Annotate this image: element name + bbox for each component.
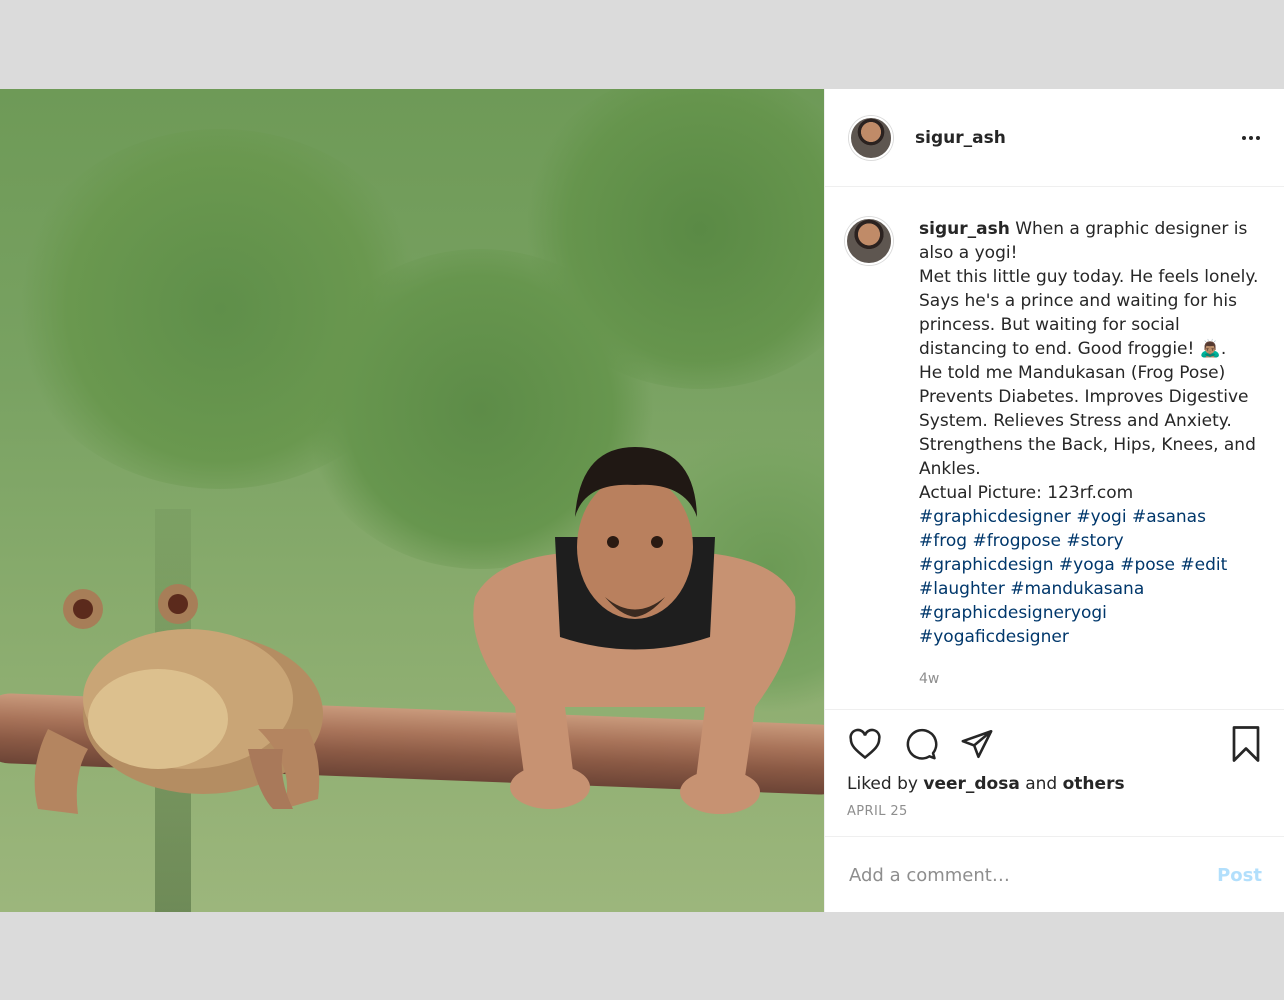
person-illustration [473,447,796,814]
likes-others-link[interactable]: others [1063,774,1125,794]
hashtag-link[interactable]: #frogpose [972,531,1061,551]
hashtag-link[interactable]: #story [1066,531,1123,551]
send-icon[interactable] [959,726,995,762]
avatar[interactable] [849,115,893,160]
comments-section: sigur_ash When a graphic designer is als… [825,187,1284,709]
author-username[interactable]: sigur_ash [915,128,1006,148]
caption: sigur_ash When a graphic designer is als… [845,217,1260,691]
likes-summary: Liked by veer_dosa and others [825,762,1284,794]
hashtag-link[interactable]: #asanas [1132,507,1206,527]
likes-middle: and [1025,774,1058,794]
hashtag-link[interactable]: #yogi [1076,507,1126,527]
caption-line: He told me Mandukasan (Frog Pose) Preven… [919,363,1256,479]
hashtags: #graphicdesigner #yogi #asanas #frog #fr… [919,505,1259,649]
hashtag-link[interactable]: #frog [919,531,967,551]
hashtag-link[interactable]: #yoga [1059,555,1115,575]
post-date[interactable]: APRIL 25 [825,794,1284,819]
liker-username[interactable]: veer_dosa [923,774,1019,794]
hashtag-link[interactable]: #graphicdesigner [919,507,1071,527]
post-side-panel: sigur_ash sigur_ash When a graphic desig… [824,89,1284,912]
avatar[interactable] [845,217,893,265]
hashtag-link[interactable]: #graphicdesign [919,555,1053,575]
hashtag-link[interactable]: #pose [1120,555,1175,575]
hashtag-link[interactable]: #laughter [919,579,1005,599]
caption-text: sigur_ash When a graphic designer is als… [919,217,1259,691]
post-image[interactable] [0,89,824,912]
bookmark-icon[interactable] [1228,726,1264,762]
post-comment-button[interactable]: Post [1217,865,1262,886]
caption-line: Actual Picture: 123rf.com [919,483,1134,503]
hashtag-link[interactable]: #yogaficdesigner [919,627,1069,647]
action-bar: Liked by veer_dosa and others APRIL 25 [825,709,1284,819]
hashtag-link[interactable]: #mandukasana [1010,579,1144,599]
caption-line: Met this little guy today. He feels lone… [919,267,1259,359]
caption-username[interactable]: sigur_ash [919,219,1010,239]
heart-icon[interactable] [847,726,883,762]
comment-icon[interactable] [903,726,939,762]
frog-illustration [34,584,323,814]
post-header: sigur_ash [825,89,1284,187]
hashtag-link[interactable]: #graphicdesigneryogi [919,603,1107,623]
more-options-icon[interactable] [1242,135,1260,140]
hashtag-link[interactable]: #edit [1180,555,1227,575]
post-dialog: sigur_ash sigur_ash When a graphic desig… [0,89,1284,912]
post-time[interactable]: 4w [919,667,1259,691]
comment-input[interactable] [847,863,1218,887]
comment-form: Post [825,836,1284,913]
likes-prefix: Liked by [847,774,918,794]
